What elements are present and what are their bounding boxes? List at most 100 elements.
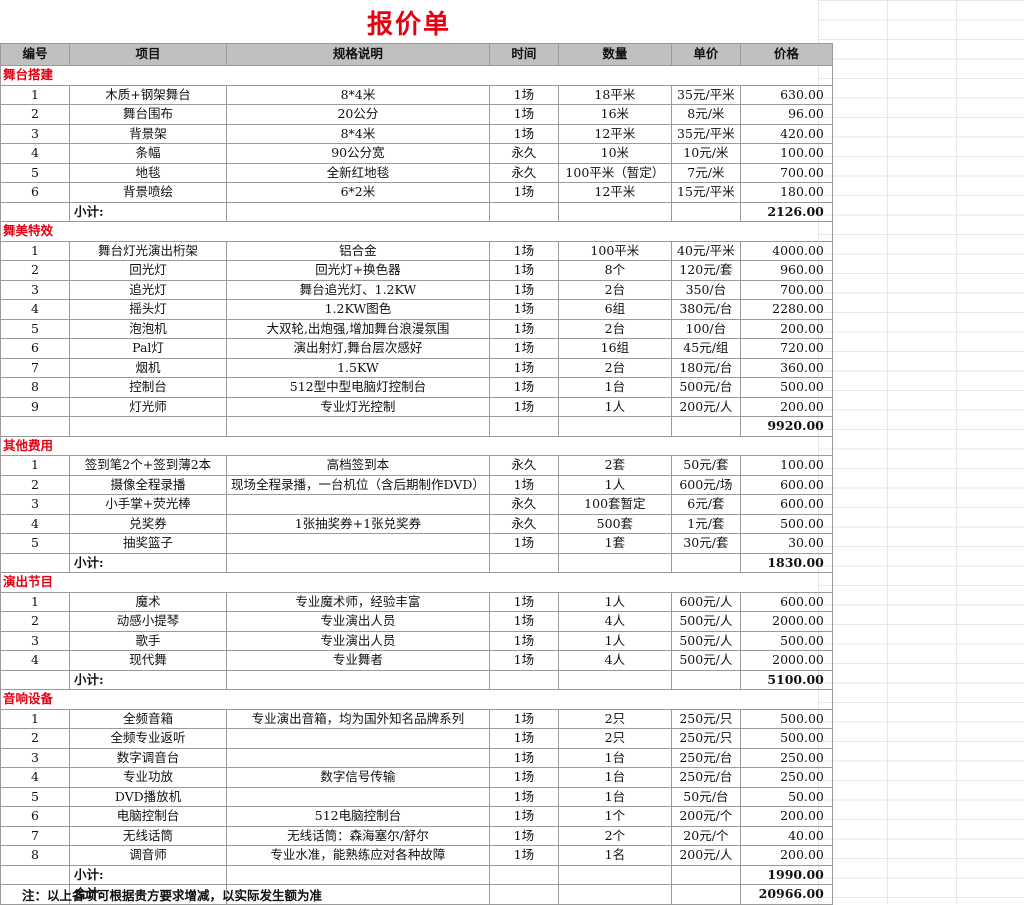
- table-cell[interactable]: 1场: [488, 299, 559, 320]
- table-cell[interactable]: 1.5KW: [226, 357, 490, 378]
- table-cell[interactable]: [0, 864, 70, 885]
- table-cell[interactable]: 1人: [557, 396, 672, 417]
- table-cell[interactable]: 1场: [488, 357, 559, 378]
- table-cell[interactable]: [488, 201, 559, 222]
- table-cell[interactable]: 7: [0, 825, 70, 846]
- table-cell[interactable]: 2套: [557, 455, 672, 476]
- table-cell[interactable]: 100/台: [670, 318, 741, 339]
- table-cell[interactable]: DVD播放机: [69, 786, 227, 807]
- table-cell[interactable]: 100平米（暂定）: [557, 162, 672, 183]
- table-cell[interactable]: 6: [0, 338, 70, 359]
- table-cell[interactable]: 10米: [557, 143, 672, 164]
- section-title[interactable]: 演出节目: [0, 572, 833, 593]
- table-cell[interactable]: 4人: [557, 650, 672, 671]
- table-cell[interactable]: 10元/米: [670, 143, 741, 164]
- table-cell[interactable]: 高档签到本: [226, 455, 490, 476]
- table-cell[interactable]: 1场: [488, 650, 559, 671]
- table-cell[interactable]: 12平米: [557, 123, 672, 144]
- table-cell[interactable]: [557, 884, 672, 905]
- table-cell[interactable]: [488, 416, 559, 437]
- table-cell[interactable]: 100.00: [739, 143, 833, 164]
- table-cell[interactable]: 1场: [488, 240, 559, 261]
- table-cell[interactable]: 专业功放: [69, 767, 227, 788]
- table-cell[interactable]: 1人: [557, 474, 672, 495]
- table-cell[interactable]: 追光灯: [69, 279, 227, 300]
- table-cell[interactable]: 专业演出人员: [226, 630, 490, 651]
- table-cell[interactable]: 2: [0, 260, 70, 281]
- table-cell[interactable]: 签到笔2个+签到薄2本: [69, 455, 227, 476]
- table-cell[interactable]: 50.00: [739, 786, 833, 807]
- table-cell[interactable]: 1场: [488, 825, 559, 846]
- table-cell[interactable]: 1元/套: [670, 513, 741, 534]
- table-cell[interactable]: 数字信号传输: [226, 767, 490, 788]
- table-cell[interactable]: 2000.00: [739, 650, 833, 671]
- table-cell[interactable]: 720.00: [739, 338, 833, 359]
- subtotal-label[interactable]: 小计:: [69, 864, 227, 885]
- table-cell[interactable]: 9: [0, 396, 70, 417]
- table-cell[interactable]: 8: [0, 845, 70, 866]
- table-cell[interactable]: 1场: [488, 84, 559, 105]
- table-cell[interactable]: 数字调音台: [69, 747, 227, 768]
- table-cell[interactable]: 2只: [557, 728, 672, 749]
- table-cell[interactable]: 1场: [488, 318, 559, 339]
- section-title[interactable]: 音响设备: [0, 689, 833, 710]
- section-title[interactable]: 其他费用: [0, 435, 833, 456]
- table-cell[interactable]: 180.00: [739, 182, 833, 203]
- table-cell[interactable]: [670, 864, 741, 885]
- table-cell[interactable]: 250元/台: [670, 767, 741, 788]
- table-cell[interactable]: 350/台: [670, 279, 741, 300]
- table-cell[interactable]: 回光灯: [69, 260, 227, 281]
- table-cell[interactable]: [488, 669, 559, 690]
- table-cell[interactable]: 2000.00: [739, 611, 833, 632]
- table-cell[interactable]: 2只: [557, 708, 672, 729]
- table-cell[interactable]: [0, 416, 70, 437]
- table-cell[interactable]: 舞台灯光演出桁架: [69, 240, 227, 261]
- table-cell[interactable]: 700.00: [739, 162, 833, 183]
- table-cell[interactable]: 条幅: [69, 143, 227, 164]
- table-cell[interactable]: 1人: [557, 591, 672, 612]
- table-cell[interactable]: 1场: [488, 591, 559, 612]
- table-cell[interactable]: 40.00: [739, 825, 833, 846]
- table-cell[interactable]: 30.00: [739, 533, 833, 554]
- table-cell[interactable]: 7元/米: [670, 162, 741, 183]
- table-cell[interactable]: 全频专业返听: [69, 728, 227, 749]
- table-cell[interactable]: 512型中型电脑灯控制台: [226, 377, 490, 398]
- table-cell[interactable]: 烟机: [69, 357, 227, 378]
- column-header[interactable]: 时间: [488, 43, 559, 66]
- table-cell[interactable]: 600.00: [739, 474, 833, 495]
- table-cell[interactable]: 250.00: [739, 747, 833, 768]
- table-cell[interactable]: 600.00: [739, 591, 833, 612]
- table-cell[interactable]: [557, 201, 672, 222]
- table-cell[interactable]: 背景喷绘: [69, 182, 227, 203]
- table-cell[interactable]: [670, 552, 741, 573]
- table-cell[interactable]: 1台: [557, 747, 672, 768]
- table-cell[interactable]: 100套暂定: [557, 494, 672, 515]
- table-cell[interactable]: 2个: [557, 825, 672, 846]
- table-cell[interactable]: 4: [0, 767, 70, 788]
- table-cell[interactable]: 512电脑控制台: [226, 806, 490, 827]
- section-title[interactable]: 舞美特效: [0, 221, 833, 242]
- table-cell[interactable]: Pal灯: [69, 338, 227, 359]
- subtotal-value[interactable]: 9920.00: [739, 416, 833, 437]
- table-cell[interactable]: 4人: [557, 611, 672, 632]
- table-cell[interactable]: 现代舞: [69, 650, 227, 671]
- table-cell[interactable]: 8: [0, 377, 70, 398]
- table-cell[interactable]: 7: [0, 357, 70, 378]
- subtotal-value[interactable]: 1830.00: [739, 552, 833, 573]
- table-cell[interactable]: 永久: [488, 143, 559, 164]
- table-cell[interactable]: 960.00: [739, 260, 833, 281]
- table-cell[interactable]: 6: [0, 182, 70, 203]
- table-cell[interactable]: 250.00: [739, 767, 833, 788]
- table-cell[interactable]: 全频音箱: [69, 708, 227, 729]
- table-cell[interactable]: 200元/个: [670, 806, 741, 827]
- table-cell[interactable]: 8个: [557, 260, 672, 281]
- table-cell[interactable]: 500元/人: [670, 650, 741, 671]
- table-cell[interactable]: 回光灯+换色器: [226, 260, 490, 281]
- table-cell[interactable]: 1场: [488, 767, 559, 788]
- table-cell[interactable]: 360.00: [739, 357, 833, 378]
- table-cell[interactable]: 500元/人: [670, 611, 741, 632]
- table-cell[interactable]: 8元/米: [670, 104, 741, 125]
- table-cell[interactable]: 1台: [557, 377, 672, 398]
- table-cell[interactable]: 1台: [557, 767, 672, 788]
- table-cell[interactable]: 180元/台: [670, 357, 741, 378]
